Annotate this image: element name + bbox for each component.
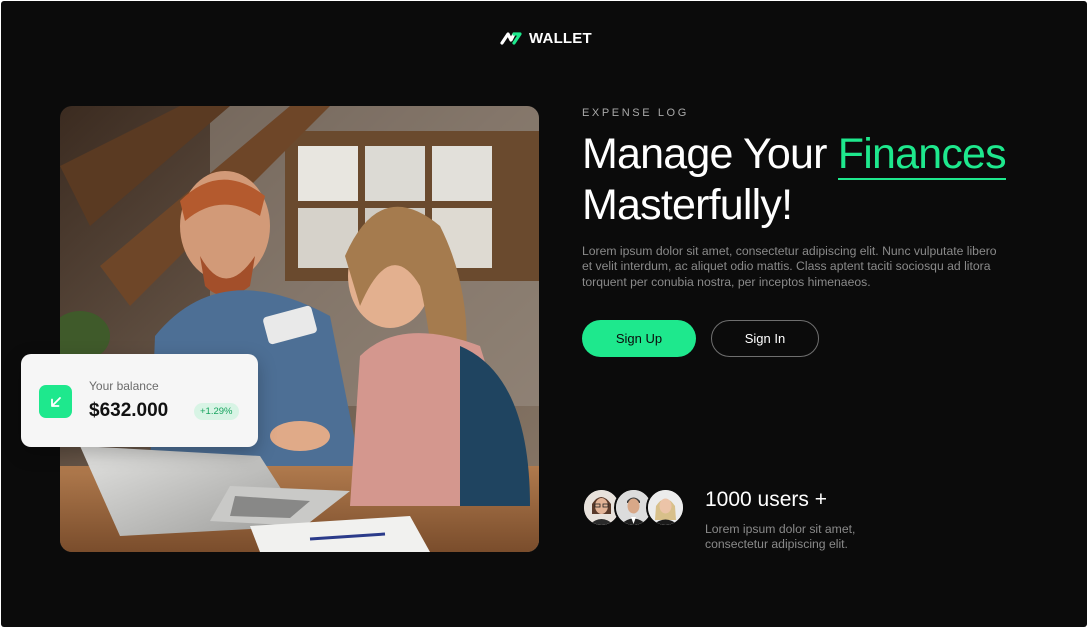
headline-part2: Masterfully! — [582, 181, 793, 229]
balance-card: Your balance $632.000 +1.29% — [21, 354, 258, 447]
hero-photo — [60, 106, 539, 552]
users-count-title: 1000 users + — [705, 488, 828, 511]
landing-page: WALLET Your balance $632.000 +1.29% EXPE… — [1, 1, 1087, 627]
zigzag-logo-icon — [500, 32, 522, 45]
page-title: Manage Your Finances Masterfully! — [582, 129, 1052, 231]
sign-in-button[interactable]: Sign In — [711, 320, 819, 357]
brand-logo[interactable]: WALLET — [500, 28, 592, 48]
brand-name: WALLET — [529, 29, 592, 47]
users-description: Lorem ipsum dolor sit amet, consectetur … — [705, 522, 856, 552]
headline-accent: Finances — [837, 130, 1007, 180]
balance-change-badge: +1.29% — [194, 403, 239, 420]
headline-part1: Manage Your — [582, 130, 838, 178]
balance-label: Your balance — [89, 379, 159, 393]
avatar — [646, 488, 685, 527]
arrow-down-left-icon — [39, 385, 72, 418]
hero-description: Lorem ipsum dolor sit amet, consectetur … — [582, 244, 997, 289]
sign-up-button[interactable]: Sign Up — [582, 320, 696, 357]
eyebrow-label: EXPENSE LOG — [582, 107, 689, 119]
balance-value: $632.000 — [89, 400, 169, 421]
